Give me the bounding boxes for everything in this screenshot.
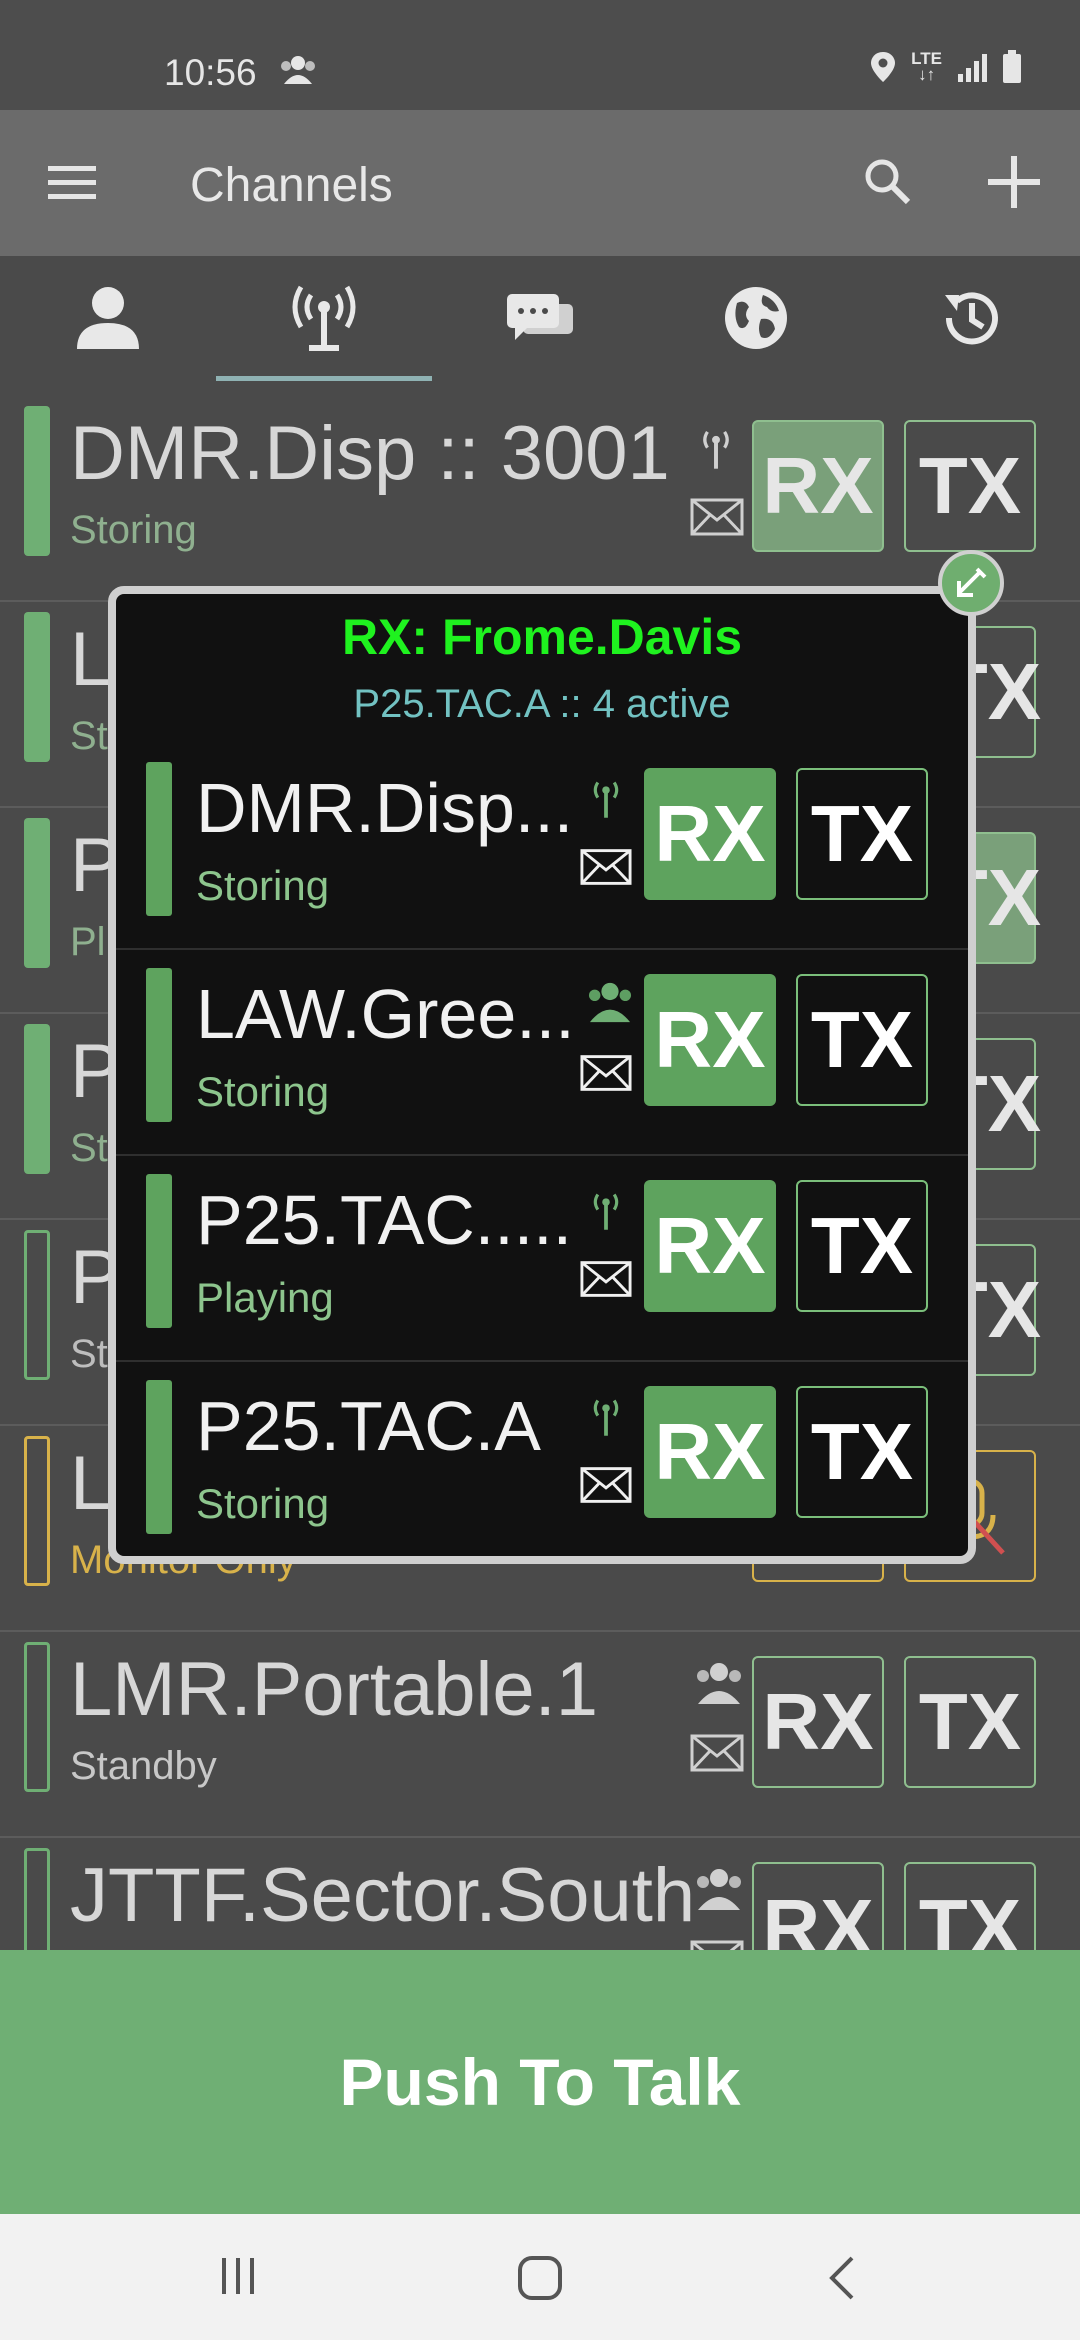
channel-name: L bbox=[70, 1441, 113, 1526]
channel-status-bar bbox=[24, 406, 50, 556]
popup-channel-name: P25.TAC..... bbox=[196, 1181, 573, 1259]
tab-channels[interactable] bbox=[216, 256, 432, 380]
channel-status-bar bbox=[24, 1436, 50, 1586]
active-channels-popup: RX: Frome.Davis P25.TAC.A :: 4 active DM… bbox=[108, 586, 976, 1564]
channel-status: Storing bbox=[70, 508, 197, 552]
mail-icon[interactable] bbox=[580, 1466, 632, 1504]
app-root: 10:56 LTE ↓↑ Channels DMR.Disp:: 3001 S… bbox=[0, 0, 1080, 2340]
popup-row[interactable]: P25.TAC..... Playing RX TX bbox=[116, 1156, 968, 1362]
mail-icon[interactable] bbox=[690, 498, 744, 536]
radio-tower-icon bbox=[703, 430, 729, 469]
channel-name: L bbox=[70, 617, 113, 702]
popup-status-bar bbox=[146, 1174, 172, 1328]
menu-icon[interactable] bbox=[44, 160, 100, 204]
location-icon bbox=[871, 52, 896, 82]
tab-history[interactable] bbox=[864, 256, 1080, 380]
popup-channel-status: Storing bbox=[196, 862, 330, 909]
channel-status-bar bbox=[24, 1230, 50, 1380]
popup-channel-status: Playing bbox=[196, 1274, 334, 1321]
popup-status-bar bbox=[146, 762, 172, 916]
tab-bar bbox=[0, 256, 1080, 396]
radio-tower-icon bbox=[292, 285, 356, 351]
popup-channel-status: Storing bbox=[196, 1068, 330, 1115]
person-icon bbox=[77, 287, 139, 349]
tx-button[interactable]: TX bbox=[796, 1386, 928, 1518]
app-bar: Channels bbox=[0, 110, 1080, 256]
recent-apps-icon[interactable] bbox=[216, 2254, 260, 2298]
rx-button[interactable]: RX bbox=[644, 974, 776, 1106]
popup-collapse-button[interactable] bbox=[938, 550, 1004, 616]
channel-status-bar bbox=[24, 612, 50, 762]
system-nav-bar bbox=[0, 2214, 1080, 2340]
home-icon[interactable] bbox=[516, 2254, 564, 2302]
group-icon bbox=[588, 982, 632, 1023]
mail-icon[interactable] bbox=[580, 1054, 632, 1092]
chat-icon bbox=[507, 294, 573, 340]
group-icon bbox=[697, 1869, 741, 1910]
back-icon[interactable] bbox=[824, 2254, 860, 2302]
status-contacts-icon bbox=[278, 54, 318, 91]
battery-icon bbox=[1003, 50, 1021, 83]
page-title: Channels bbox=[190, 159, 393, 212]
channel-status-bar bbox=[24, 1024, 50, 1174]
channel-status: Standby bbox=[70, 1744, 217, 1788]
tab-map[interactable] bbox=[648, 256, 864, 380]
tab-indicator bbox=[216, 376, 432, 381]
globe-icon bbox=[725, 287, 787, 349]
channel-status: St bbox=[70, 1126, 108, 1170]
channel-name: JTTF.Sector.South bbox=[70, 1853, 696, 1938]
channel-name: LMR.Portable.1 bbox=[70, 1647, 599, 1732]
collapse-icon bbox=[957, 567, 987, 597]
push-to-talk-button[interactable]: Push To Talk bbox=[0, 1950, 1080, 2214]
popup-rx-line: RX: Frome.Davis bbox=[341, 609, 743, 665]
mail-icon[interactable] bbox=[580, 1260, 632, 1298]
signal-icon bbox=[958, 54, 987, 82]
tx-button[interactable]: TX bbox=[796, 974, 928, 1106]
mail-icon[interactable] bbox=[690, 1734, 744, 1772]
channel-status-bar bbox=[24, 1642, 50, 1792]
history-icon bbox=[945, 292, 998, 345]
rx-button[interactable]: RX bbox=[644, 1180, 776, 1312]
add-icon[interactable] bbox=[986, 154, 1042, 210]
popup-row[interactable]: LAW.Gree... Storing RX TX bbox=[116, 950, 968, 1156]
network-type: LTE ↓↑ bbox=[911, 49, 942, 84]
channel-status: St bbox=[70, 1332, 108, 1376]
popup-channel-status: Storing bbox=[196, 1480, 330, 1527]
radio-tower-icon bbox=[593, 781, 619, 818]
tx-button[interactable]: TX bbox=[796, 1180, 928, 1312]
popup-row[interactable]: P25.TAC.A Storing RX TX bbox=[116, 1362, 968, 1556]
channel-status: St bbox=[70, 714, 108, 758]
radio-tower-icon bbox=[593, 1399, 619, 1436]
popup-status-bar bbox=[146, 1380, 172, 1534]
tab-messages[interactable] bbox=[432, 256, 648, 380]
popup-channel-name: P25.TAC.A bbox=[196, 1387, 541, 1465]
status-bar: 10:56 LTE ↓↑ bbox=[0, 0, 1080, 110]
status-time: 10:56 bbox=[164, 52, 257, 93]
rx-button[interactable]: RX bbox=[644, 1386, 776, 1518]
channel-status-bar bbox=[24, 818, 50, 968]
popup-row[interactable]: DMR.Disp... Storing RX TX bbox=[116, 744, 968, 950]
search-icon[interactable] bbox=[862, 156, 914, 208]
tx-button[interactable]: TX bbox=[796, 768, 928, 900]
popup-status-bar bbox=[146, 968, 172, 1122]
group-icon bbox=[697, 1663, 741, 1704]
tx-button[interactable]: TX bbox=[904, 1656, 1036, 1788]
tab-contacts[interactable] bbox=[0, 256, 216, 380]
rx-button[interactable]: RX bbox=[752, 420, 884, 552]
popup-channel-name: LAW.Gree... bbox=[196, 975, 575, 1053]
channel-row[interactable]: DMR.Disp :: 3001 Storing RX TX bbox=[0, 396, 1080, 602]
channel-row[interactable]: LMR.Portable.1 Standby RX TX bbox=[0, 1632, 1080, 1838]
channel-status: Pl bbox=[70, 920, 106, 964]
rx-button[interactable]: RX bbox=[644, 768, 776, 900]
status-right: LTE ↓↑ bbox=[869, 50, 1022, 84]
popup-sub-line: P25.TAC.A :: 4 active bbox=[353, 682, 731, 726]
mail-icon[interactable] bbox=[580, 848, 632, 886]
channel-name: DMR.Disp :: 3001 bbox=[70, 411, 670, 496]
radio-tower-icon bbox=[593, 1193, 619, 1230]
tx-button[interactable]: TX bbox=[904, 420, 1036, 552]
popup-channel-name: DMR.Disp... bbox=[196, 769, 574, 847]
rx-button[interactable]: RX bbox=[752, 1656, 884, 1788]
